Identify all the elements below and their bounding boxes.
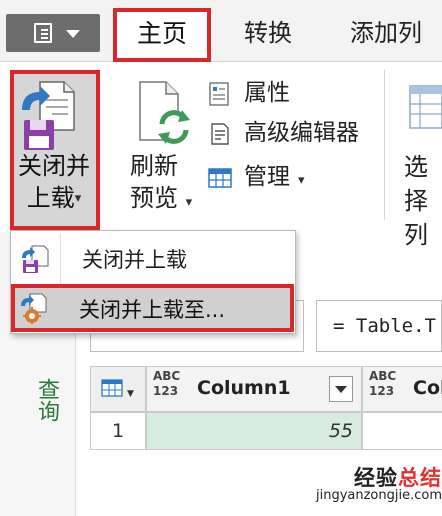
- tab-transform[interactable]: 转换: [232, 10, 304, 56]
- queries-pane-label[interactable]: 查询: [22, 370, 62, 430]
- advanced-editor-label: 高级编辑器: [244, 120, 359, 146]
- select-columns-icon: [409, 85, 442, 129]
- tab-home[interactable]: 主页: [113, 8, 211, 62]
- properties-button[interactable]: 属性: [204, 76, 314, 110]
- watermark-brand-part1: 经验: [354, 466, 398, 490]
- chevron-down-icon: ▾: [298, 173, 305, 188]
- table-cell[interactable]: [362, 412, 442, 450]
- advanced-editor-icon: [211, 123, 229, 145]
- file-menu-button[interactable]: [6, 14, 100, 52]
- menu-item-label: 关闭并上载至...: [79, 298, 226, 322]
- type-label-bottom: 123: [153, 384, 179, 398]
- menu-item-label: 关闭并上载: [82, 248, 187, 272]
- select-columns-label-line2: 列: [404, 221, 428, 249]
- column-filter-button[interactable]: [329, 376, 353, 402]
- close-and-load-icon: [22, 245, 49, 273]
- row-number[interactable]: 1: [90, 412, 146, 450]
- tab-add-column[interactable]: 添加列: [344, 10, 442, 56]
- properties-icon: [209, 82, 229, 106]
- table-icon: [208, 168, 232, 188]
- formula-bar-input[interactable]: = Table.T: [316, 300, 442, 352]
- menu-item-close-and-load-to[interactable]: 关闭并上载至...: [11, 284, 294, 332]
- chevron-down-icon: [66, 30, 80, 38]
- watermark-brand-part2: 总结: [398, 466, 442, 490]
- advanced-editor-button[interactable]: 高级编辑器: [204, 116, 384, 150]
- select-columns-label-line1: 选择: [404, 153, 428, 215]
- manage-label: 管理: [244, 164, 290, 190]
- type-label-bottom: 123: [369, 384, 395, 398]
- close-and-load-to-icon: [21, 293, 47, 324]
- type-label-top: ABC: [369, 369, 397, 383]
- column-header-name: Column1: [197, 377, 291, 399]
- menu-item-close-and-load[interactable]: 关闭并上载: [14, 236, 290, 282]
- chevron-down-icon: ▾: [185, 195, 193, 210]
- column-header[interactable]: ABC 123 Column1: [146, 366, 362, 412]
- watermark-url: jingyanzongjie.com: [315, 488, 442, 503]
- column-header-name: Col: [413, 377, 442, 399]
- select-columns-button[interactable]: 选择 列: [404, 150, 442, 252]
- refresh-preview-icon: [139, 81, 190, 144]
- properties-label: 属性: [244, 80, 290, 106]
- close-and-load-label-line1: 关闭并: [18, 152, 90, 180]
- refresh-label-line2: 预览: [130, 184, 178, 212]
- close-and-load-icon: [22, 81, 75, 150]
- chevron-down-icon: ▼: [127, 389, 134, 399]
- table-icon: [101, 379, 123, 397]
- type-label-top: ABC: [153, 369, 181, 383]
- close-and-load-label: 关闭并 上载▾: [10, 150, 98, 222]
- close-and-load-label-line2: 上载: [26, 184, 75, 212]
- document-icon: [34, 23, 52, 43]
- type-any-icon: ABC 123: [369, 369, 396, 399]
- manage-button[interactable]: 管理 ▾: [204, 160, 334, 194]
- chevron-down-icon: ▾: [74, 191, 82, 206]
- column-header[interactable]: ABC 123 Col: [362, 366, 442, 412]
- ribbon-separator: [384, 70, 385, 220]
- grid-corner-menu[interactable]: ▼: [90, 366, 146, 412]
- type-any-icon: ABC 123: [153, 369, 180, 399]
- table-cell[interactable]: 55: [146, 412, 362, 450]
